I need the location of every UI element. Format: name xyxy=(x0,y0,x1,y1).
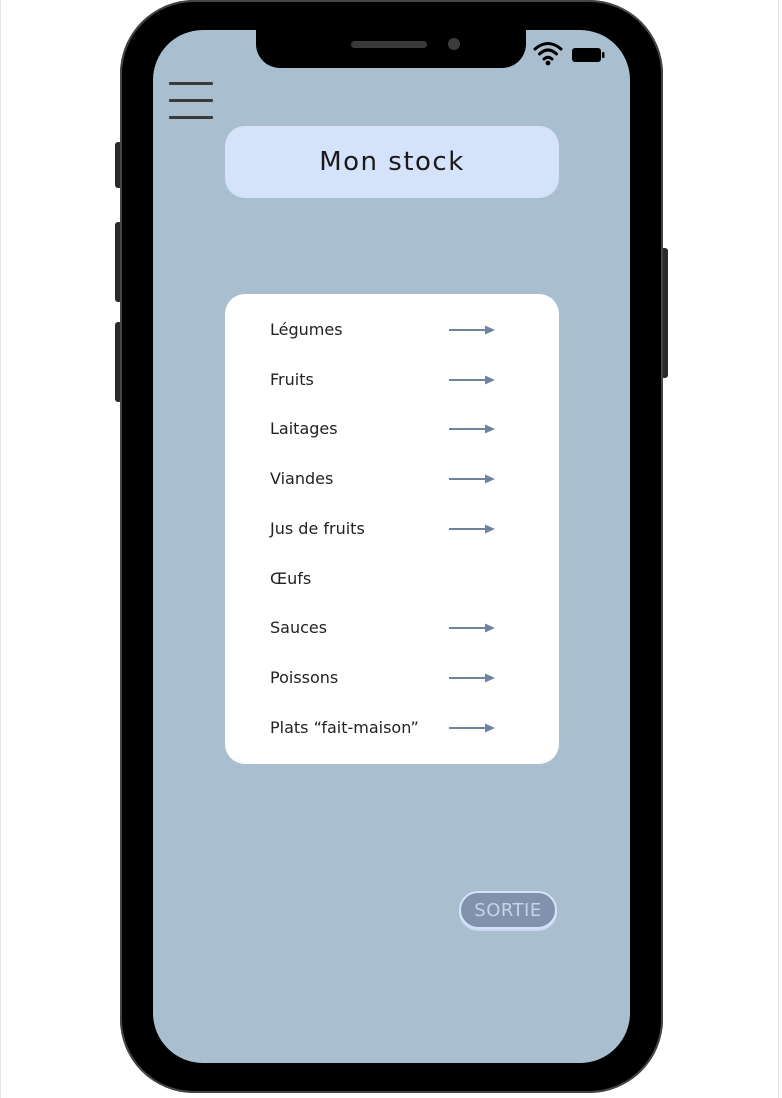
list-item-label: Jus de fruits xyxy=(270,519,365,538)
list-item-label: Plats “fait-maison” xyxy=(270,718,419,737)
speaker-grille xyxy=(351,41,427,48)
page: Mon stock Légumes Fruits Laitages Viandes Ju… xyxy=(0,0,782,1098)
list-item[interactable]: Jus de fruits xyxy=(225,507,559,551)
list-item[interactable]: Légumes xyxy=(225,308,559,352)
left-border xyxy=(0,0,1,1098)
list-item-label: Fruits xyxy=(270,370,314,389)
exit-button-label: SORTIE xyxy=(474,899,542,921)
exit-button[interactable]: SORTIE xyxy=(459,891,557,929)
arrow-right-icon[interactable] xyxy=(447,423,497,435)
list-item-label: Laitages xyxy=(270,419,338,438)
list-item-label: Œufs xyxy=(270,569,312,588)
right-border xyxy=(778,0,779,1098)
arrow-right-icon[interactable] xyxy=(447,622,497,634)
notch xyxy=(256,30,526,68)
list-item-label: Viandes xyxy=(270,469,334,488)
list-item[interactable]: Sauces xyxy=(225,606,559,650)
wifi-icon xyxy=(533,42,563,66)
arrow-right-icon[interactable] xyxy=(447,722,497,734)
list-item-label: Sauces xyxy=(270,618,328,637)
category-list: Légumes Fruits Laitages Viandes Jus de fruit… xyxy=(225,294,559,764)
arrow-right-icon[interactable] xyxy=(447,473,497,485)
arrow-right-icon[interactable] xyxy=(447,672,497,684)
title-banner: Mon stock xyxy=(225,126,559,198)
list-item[interactable]: Poissons xyxy=(225,656,559,700)
list-item[interactable]: Viandes xyxy=(225,457,559,501)
phone-screen: Mon stock Légumes Fruits Laitages Viandes Ju… xyxy=(153,30,630,1063)
front-camera xyxy=(448,38,460,50)
battery-icon xyxy=(572,48,605,62)
list-item[interactable]: Fruits xyxy=(225,358,559,402)
list-item-label: Légumes xyxy=(270,320,343,339)
list-item-label: Poissons xyxy=(270,668,339,687)
list-item[interactable]: Œufs xyxy=(225,557,559,601)
list-item[interactable]: Plats “fait-maison” xyxy=(225,706,559,750)
list-item[interactable]: Laitages xyxy=(225,407,559,451)
arrow-right-icon[interactable] xyxy=(447,324,497,336)
page-title: Mon stock xyxy=(319,147,465,177)
arrow-right-icon[interactable] xyxy=(447,523,497,535)
hamburger-menu-icon[interactable] xyxy=(169,82,213,120)
arrow-right-icon[interactable] xyxy=(447,374,497,386)
